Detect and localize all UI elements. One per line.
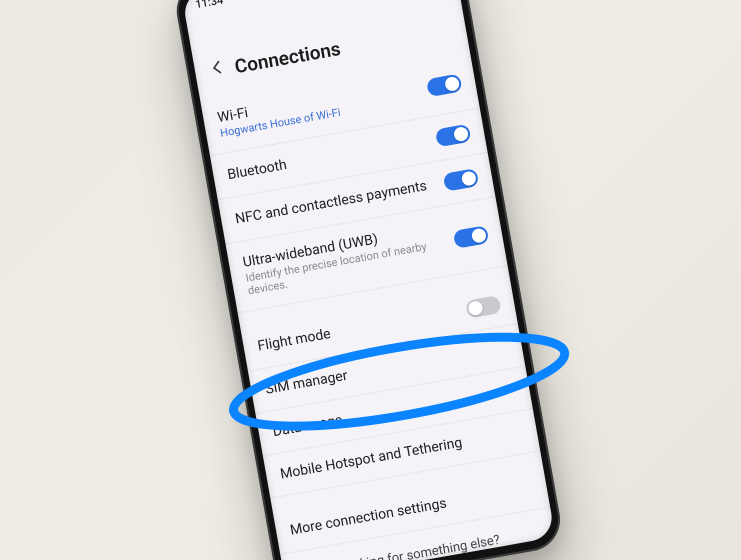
- toggle-wifi[interactable]: [426, 73, 463, 97]
- back-button[interactable]: [200, 52, 235, 87]
- phone-frame: 11:34 100%: [171, 0, 564, 560]
- status-time: 11:34: [194, 0, 224, 11]
- settings-list: Wi-Fi Hogwarts House of Wi-Fi Bluetooth …: [200, 52, 555, 560]
- phone-screen: 11:34 100%: [181, 0, 555, 560]
- toggle-nfc[interactable]: [442, 168, 479, 192]
- search-icon: [420, 0, 442, 7]
- page-title: Connections: [232, 36, 341, 77]
- toggle-flight-mode[interactable]: [465, 295, 502, 319]
- toggle-uwb[interactable]: [452, 225, 489, 249]
- photo-background: 11:34 100%: [0, 0, 741, 560]
- chevron-left-icon: [207, 57, 229, 82]
- toggle-bluetooth[interactable]: [434, 124, 471, 148]
